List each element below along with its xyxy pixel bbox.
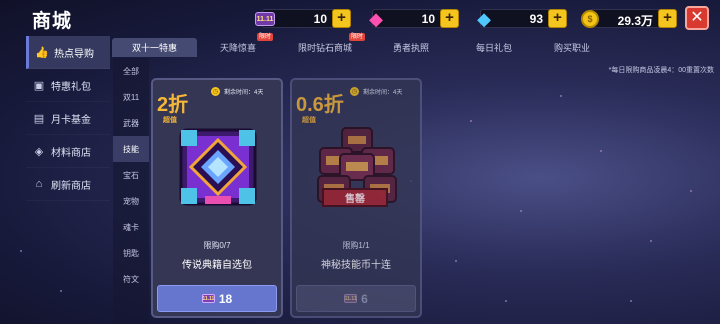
purchase-limit: 限购1/1 (342, 241, 370, 250)
blue-gem-icon: ◆ (477, 8, 491, 29)
timer: ◷ 剩余时间：4天 (211, 87, 263, 96)
discount-label: 0.6折 (296, 94, 344, 116)
top-bar: 商城 11.11 10 + ◆ 10 + ◆ 93 + $ 29.3万 + ✕ (0, 0, 720, 36)
reset-notice: *每日限购商品凌晨4：00重置次数 (608, 67, 714, 74)
price: 6 (361, 291, 368, 306)
currency-ticket: 11.11 10 + (255, 9, 351, 28)
tab-bar: 双十一特惠 天降惊喜 限时 限时钻石商城 限时 勇者执照 每日礼包 购买职业 (112, 33, 712, 57)
timer: ◷ 剩余时间：4天 (350, 87, 402, 96)
category-soul-card[interactable]: 魂卡 (113, 214, 149, 240)
ticket-icon: 11.11 (255, 12, 275, 26)
currency-value: 10 (313, 12, 327, 26)
sidebar-item-label: 材料商店 (51, 147, 91, 159)
sold-out-stamp: 售罄 (322, 188, 388, 207)
sidebar-item-hot[interactable]: 👍 热点导购 (26, 36, 110, 69)
product-name: 神秘技能币十连 (321, 260, 391, 271)
tab-label: 勇者执照 (392, 43, 429, 53)
product-name: 传说典籍自选包 (182, 260, 252, 271)
product-card[interactable]: 2折 超值 ◷ 剩余时间：4天 限购0/7 传说典籍自选包 11.11 18 (151, 78, 283, 318)
price: 18 (218, 291, 233, 306)
currency-pink-gem: ◆ 10 + (369, 9, 459, 29)
limited-badge: 限时 (256, 33, 273, 41)
card-icon: ▤ (33, 112, 45, 125)
tab-label: 每日礼包 (475, 43, 512, 53)
buy-button[interactable]: 11.11 18 (157, 285, 277, 312)
ticket-icon: 11.11 (344, 294, 358, 303)
timer-label: 剩余时间：4天 (363, 90, 403, 96)
legendary-book-icon (179, 128, 257, 206)
add-blue-gem-button[interactable]: + (548, 9, 567, 28)
clock-icon: ◷ (350, 87, 359, 96)
buy-button-disabled: 11.11 6 (296, 285, 416, 312)
product-card[interactable]: 0.6折 超值 ◷ 剩余时间：4天 售罄 限购1/1 神秘技能币十连 11.11… (290, 78, 422, 318)
tab-buy-class[interactable]: 购买职业 (537, 38, 607, 57)
tab-surprise[interactable]: 天降惊喜 限时 (197, 33, 279, 57)
category-pet[interactable]: 宠物 (113, 188, 149, 214)
page-title: 商城 (32, 11, 73, 32)
currency-value: 29.3万 (617, 14, 653, 28)
currency-gold-coin: $ 29.3万 + (581, 9, 677, 28)
category-rune[interactable]: 符文 (113, 266, 149, 292)
currency-value: 93 (529, 12, 543, 26)
thumbs-up-icon: 👍 (35, 46, 49, 59)
add-gold-coin-button[interactable]: + (658, 9, 677, 28)
sidebar-item-label: 月卡基金 (51, 114, 91, 126)
gift-icon: ▣ (33, 79, 45, 92)
sidebar-item-materials[interactable]: ◈ 材料商店 (26, 135, 110, 168)
category-double-eleven[interactable]: 双11 (113, 84, 149, 110)
tab-double-eleven[interactable]: 双十一特惠 (112, 38, 197, 57)
sidebar-item-gift[interactable]: ▣ 特惠礼包 (26, 69, 110, 102)
sidebar-item-label: 刷新商店 (51, 180, 91, 192)
tab-label: 购买职业 (553, 43, 590, 53)
clock-icon: ◷ (211, 87, 220, 96)
ticket-icon: 11.11 (201, 294, 215, 303)
tab-diamond-shop[interactable]: 限时钻石商城 限时 (279, 33, 371, 57)
pink-gem-icon: ◆ (369, 8, 383, 29)
sidebar: 👍 热点导购 ▣ 特惠礼包 ▤ 月卡基金 ◈ 材料商店 ⌂ 刷新商店 (26, 36, 110, 206)
add-ticket-button[interactable]: + (332, 9, 351, 28)
tab-license[interactable]: 勇者执照 (371, 38, 451, 57)
sidebar-item-label: 热点导购 (54, 48, 94, 60)
materials-icon: ◈ (34, 145, 44, 158)
tab-label: 限时钻石商城 (297, 43, 352, 53)
category-skill[interactable]: 技能 (113, 136, 149, 162)
purchase-limit: 限购0/7 (203, 241, 231, 250)
close-button[interactable]: ✕ (685, 6, 709, 30)
add-pink-gem-button[interactable]: + (440, 9, 459, 28)
category-all[interactable]: 全部 (113, 58, 149, 84)
sidebar-item-label: 特惠礼包 (51, 81, 91, 93)
sidebar-item-refresh[interactable]: ⌂ 刷新商店 (26, 168, 110, 201)
tab-label: 双十一特惠 (131, 43, 177, 53)
category-gem[interactable]: 宝石 (113, 162, 149, 188)
refresh-icon: ⌂ (35, 178, 43, 190)
limited-badge: 限时 (348, 33, 365, 41)
currency-blue-gem: ◆ 93 + (477, 9, 567, 29)
sidebar-item-monthly[interactable]: ▤ 月卡基金 (26, 102, 110, 135)
category-list: 全部 双11 武器 技能 宝石 宠物 魂卡 钥匙 符文 (113, 58, 149, 324)
tab-daily[interactable]: 每日礼包 (451, 38, 537, 57)
discount-label: 2折 (157, 94, 189, 116)
tab-label: 天降惊喜 (219, 43, 256, 53)
gold-coin-icon: $ (581, 10, 599, 28)
currency-value: 10 (421, 12, 435, 26)
timer-label: 剩余时间：4天 (224, 90, 264, 96)
category-key[interactable]: 钥匙 (113, 240, 149, 266)
category-weapon[interactable]: 武器 (113, 110, 149, 136)
